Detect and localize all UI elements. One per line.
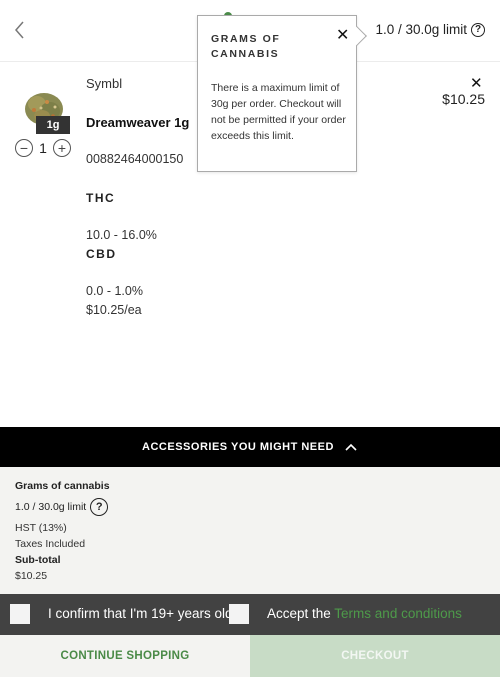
terms-prefix: Accept the (267, 606, 335, 621)
order-summary: Grams of cannabis 1.0 / 30.0g limit ? HS… (0, 467, 500, 594)
decrease-quantity-button[interactable]: − (15, 139, 33, 157)
checkout-button[interactable]: CHECKOUT (250, 635, 500, 677)
unit-price: $10.25/ea (86, 303, 142, 317)
confirm-bar: I confirm that I'm 19+ years old Accept … (0, 594, 500, 635)
subtotal-value: $10.25 (15, 570, 48, 582)
thc-label: THC (86, 191, 116, 205)
increase-quantity-button[interactable]: + (53, 139, 71, 157)
accessories-label: ACCESSORIES YOU MIGHT NEED (142, 441, 334, 453)
summary-limit-text: 1.0 / 30.0g limit (15, 501, 87, 513)
cbd-value: 0.0 - 1.0% (86, 284, 143, 298)
accessories-toggle[interactable]: ACCESSORIES YOU MIGHT NEED (0, 427, 500, 467)
quantity-stepper: − 1 + (15, 139, 71, 157)
grams-label: Grams of cannabis (15, 480, 110, 492)
thc-value: 10.0 - 16.0% (86, 228, 157, 242)
taxes-label: Taxes Included (15, 538, 86, 550)
remove-item-button[interactable]: ✕ (470, 74, 483, 92)
grams-limit-tooltip: GRAMS OF CANNABIS ✕ There is a maximum l… (197, 15, 357, 172)
back-button[interactable] (10, 16, 32, 44)
size-badge: 1g (36, 116, 70, 134)
chevron-left-icon (15, 21, 24, 39)
subtotal-label: Sub-total (15, 554, 61, 566)
terms-link[interactable]: Terms and conditions (334, 606, 462, 621)
close-icon[interactable]: ✕ (336, 25, 349, 45)
tooltip-body: There is a maximum limit of 30g per orde… (211, 82, 346, 142)
terms-checkbox[interactable] (229, 604, 249, 624)
product-brand: Symbl (86, 76, 123, 91)
product-sku: 00882464000150 (86, 152, 184, 166)
quantity-value: 1 (39, 140, 47, 156)
tooltip-title: GRAMS OF CANNABIS (211, 33, 281, 60)
continue-shopping-button[interactable]: CONTINUE SHOPPING (0, 635, 250, 677)
help-icon[interactable]: ? (471, 22, 485, 37)
chevron-up-icon (345, 443, 357, 451)
terms-accept-text: Accept the Terms and conditions (267, 606, 462, 621)
cbd-label: CBD (86, 247, 117, 261)
help-icon[interactable]: ? (90, 498, 109, 516)
product-name[interactable]: Dreamweaver 1g (86, 115, 189, 130)
age-confirm-checkbox[interactable] (10, 604, 30, 624)
summary-limit: 1.0 / 30.0g limit ? (15, 498, 109, 516)
hst-label: HST (13%) (15, 522, 67, 534)
age-confirm-label: I confirm that I'm 19+ years old (48, 606, 233, 621)
header-limit: 1.0 / 30.0g limit ? (375, 22, 485, 37)
header-limit-text: 1.0 / 30.0g limit (375, 22, 467, 37)
line-price: $10.25 (442, 91, 485, 107)
